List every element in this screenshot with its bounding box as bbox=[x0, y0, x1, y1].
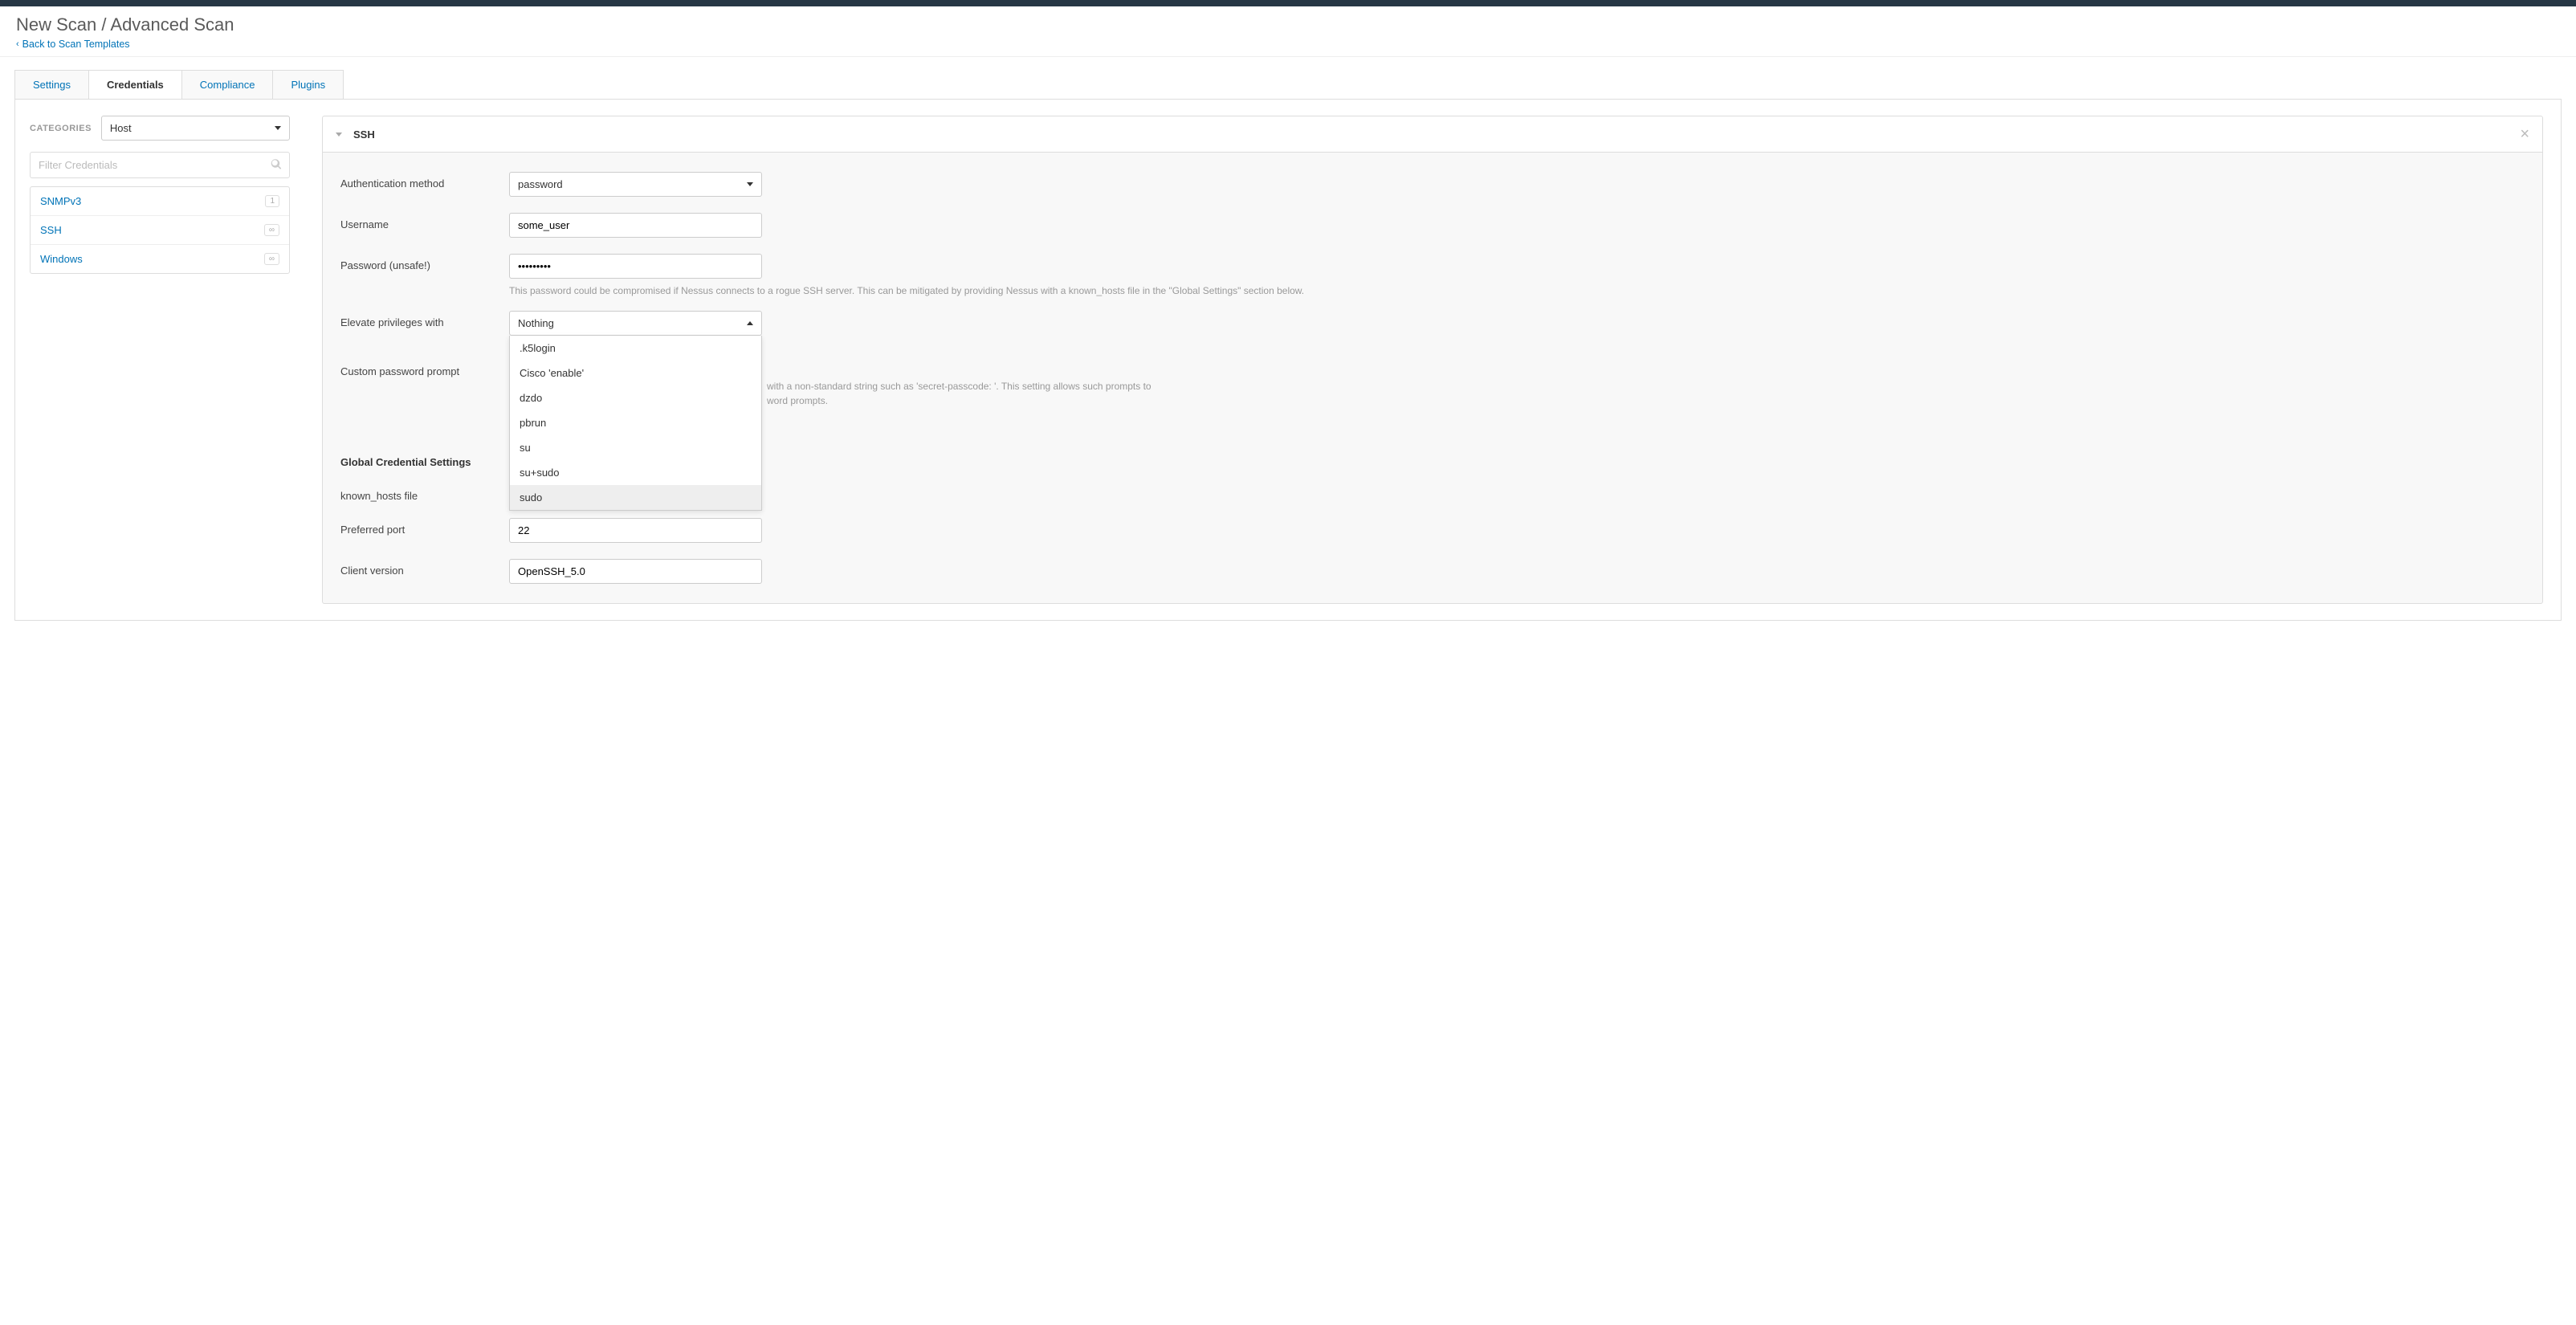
password-input[interactable] bbox=[509, 254, 762, 279]
known-hosts-label: known_hosts file bbox=[340, 484, 509, 502]
categories-label: CATEGORIES bbox=[30, 124, 92, 133]
elevate-label: Elevate privileges with bbox=[340, 311, 509, 328]
username-input[interactable] bbox=[509, 213, 762, 238]
filter-row bbox=[30, 152, 290, 178]
client-version-input[interactable] bbox=[509, 559, 762, 584]
cred-item-label: SNMPv3 bbox=[40, 195, 81, 207]
category-selected: Host bbox=[110, 122, 132, 134]
category-select[interactable]: Host bbox=[101, 116, 290, 141]
cred-badge: ∞ bbox=[264, 224, 279, 236]
auth-method-label: Authentication method bbox=[340, 172, 509, 190]
chevron-down-icon bbox=[747, 182, 753, 186]
back-link-label: Back to Scan Templates bbox=[22, 39, 130, 50]
password-help-row: This password could be compromised if Ne… bbox=[340, 283, 2525, 298]
client-version-row: Client version bbox=[340, 559, 2525, 584]
main-container: Settings Credentials Compliance Plugins … bbox=[0, 57, 2576, 634]
auth-method-select[interactable]: password bbox=[509, 172, 762, 197]
page-title: New Scan / Advanced Scan bbox=[16, 14, 2560, 35]
content-area: CATEGORIES Host SNMPv3 1 SSH bbox=[14, 99, 2562, 621]
preferred-port-label: Preferred port bbox=[340, 518, 509, 536]
tab-credentials[interactable]: Credentials bbox=[89, 71, 182, 99]
password-row: Password (unsafe!) bbox=[340, 254, 2525, 279]
preferred-port-input[interactable] bbox=[509, 518, 762, 543]
panel-body: Authentication method password Username bbox=[322, 153, 2543, 604]
credentials-list: SNMPv3 1 SSH ∞ Windows ∞ bbox=[30, 186, 290, 274]
cred-item-windows[interactable]: Windows ∞ bbox=[31, 245, 289, 273]
auth-method-value: password bbox=[518, 178, 563, 190]
custom-prompt-label: Custom password prompt bbox=[340, 360, 509, 377]
elevate-select[interactable]: Nothing bbox=[509, 311, 762, 336]
elevate-dropdown[interactable]: .k5login Cisco 'enable' dzdo pbrun su su… bbox=[509, 336, 762, 511]
custom-prompt-help-2: word prompts. bbox=[767, 393, 2525, 408]
username-label: Username bbox=[340, 213, 509, 230]
cred-badge: 1 bbox=[265, 195, 279, 207]
tab-settings[interactable]: Settings bbox=[15, 71, 89, 99]
tab-bar: Settings Credentials Compliance Plugins bbox=[14, 70, 344, 99]
back-link[interactable]: ‹ Back to Scan Templates bbox=[16, 39, 130, 50]
chevron-down-icon bbox=[275, 126, 281, 130]
cred-item-label: SSH bbox=[40, 224, 62, 236]
dropdown-item-pbrun[interactable]: pbrun bbox=[510, 410, 761, 435]
elevate-value: Nothing bbox=[518, 317, 554, 329]
categories-row: CATEGORIES Host bbox=[30, 116, 290, 141]
dropdown-item-su[interactable]: su bbox=[510, 435, 761, 460]
dropdown-item-su-sudo[interactable]: su+sudo bbox=[510, 460, 761, 485]
preferred-port-row: Preferred port bbox=[340, 518, 2525, 543]
elevate-row: Elevate privileges with Nothing .k5login… bbox=[340, 311, 2525, 336]
chevron-left-icon: ‹ bbox=[16, 39, 19, 49]
dropdown-item-sudo[interactable]: sudo bbox=[510, 485, 761, 510]
chevron-up-icon bbox=[747, 321, 753, 325]
panel-header-left: SSH bbox=[336, 128, 375, 141]
filter-credentials-input[interactable] bbox=[30, 152, 290, 178]
tab-compliance[interactable]: Compliance bbox=[182, 71, 274, 99]
dropdown-item-cisco-enable[interactable]: Cisco 'enable' bbox=[510, 361, 761, 385]
cred-item-snmpv3[interactable]: SNMPv3 1 bbox=[31, 187, 289, 216]
cred-badge: ∞ bbox=[264, 253, 279, 265]
dropdown-item-dzdo[interactable]: dzdo bbox=[510, 385, 761, 410]
top-bar bbox=[0, 0, 2576, 6]
main-panel-area: SSH × Authentication method password Use… bbox=[304, 100, 2561, 620]
username-row: Username bbox=[340, 213, 2525, 238]
cred-item-ssh[interactable]: SSH ∞ bbox=[31, 216, 289, 245]
page-header: New Scan / Advanced Scan ‹ Back to Scan … bbox=[0, 6, 2576, 57]
tab-plugins[interactable]: Plugins bbox=[273, 71, 343, 99]
close-icon[interactable]: × bbox=[2520, 126, 2529, 142]
password-label: Password (unsafe!) bbox=[340, 254, 509, 271]
panel-title: SSH bbox=[353, 128, 375, 141]
custom-prompt-help-1: with a non-standard string such as 'secr… bbox=[767, 379, 2525, 393]
collapse-icon[interactable] bbox=[336, 132, 342, 137]
cred-item-label: Windows bbox=[40, 253, 83, 265]
auth-method-row: Authentication method password bbox=[340, 172, 2525, 197]
dropdown-item-k5login[interactable]: .k5login bbox=[510, 336, 761, 361]
password-help-text: This password could be compromised if Ne… bbox=[509, 283, 2525, 298]
panel-header: SSH × bbox=[322, 116, 2543, 153]
sidebar: CATEGORIES Host SNMPv3 1 SSH bbox=[15, 100, 304, 620]
client-version-label: Client version bbox=[340, 559, 509, 577]
